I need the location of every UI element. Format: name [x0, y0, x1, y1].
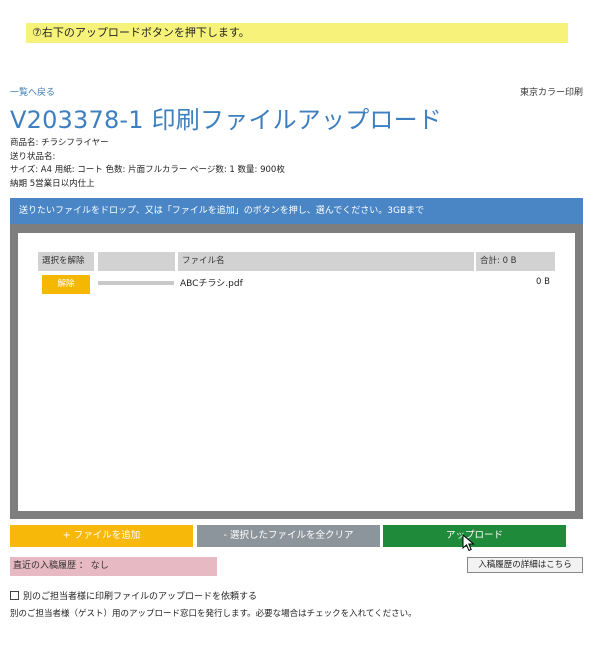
clear-selected-files-button[interactable]: - 選択したファイルを全クリア [197, 525, 380, 547]
file-list-panel[interactable] [18, 233, 575, 511]
instruction-banner: ⑦右下のアップロードボタンを押下します。 [26, 23, 568, 43]
guest-request-note: 別のご担当者様（ゲスト）用のアップロード窓口を発行します。必要な場合はチェックを… [10, 609, 417, 619]
invoice-item-name: 送り状品名: [10, 151, 56, 162]
file-size: 0 B [536, 277, 550, 287]
product-name: 商品名: チラシフライヤー [10, 138, 109, 148]
column-header-select: 選択を解除 [38, 252, 94, 271]
unselect-file-button[interactable]: 解除 [42, 275, 90, 294]
column-header-total: 合計: 0 B [476, 252, 555, 271]
guest-request-checkbox[interactable] [10, 591, 19, 600]
file-upload-progress-bar [98, 281, 174, 285]
column-header-progress [98, 252, 175, 271]
product-spec: サイズ: A4 用紙: コート 色数: 片面フルカラー ページ数: 1 数量: … [10, 165, 285, 175]
order-info: 商品名: チラシフライヤー 送り状品名: サイズ: A4 用紙: コート 色数:… [10, 137, 285, 191]
recent-upload-history: 直近の入稿履歴 ： なし [10, 557, 217, 576]
back-to-list-link[interactable]: 一覧へ戻る [10, 85, 55, 98]
file-name: ABCチラシ.pdf [180, 279, 243, 289]
add-file-button[interactable]: + ファイルを追加 [10, 525, 193, 547]
delivery-time: 納期 5営業日以内仕上 [10, 178, 95, 189]
guest-request-label: 別のご担当者様に印刷ファイルのアップロードを依頼する [23, 592, 258, 602]
page-title: V203378-1 印刷ファイルアップロード [10, 106, 442, 134]
column-header-filename: ファイル名 [178, 252, 474, 271]
company-name: 東京カラー印刷 [519, 88, 583, 98]
mouse-pointer-icon [462, 534, 475, 552]
guest-request-option[interactable]: 別のご担当者様に印刷ファイルのアップロードを依頼する [10, 589, 257, 602]
upload-history-detail-button[interactable]: 入稿履歴の詳細はこちら [467, 557, 583, 573]
drop-zone-header: 送りたいファイルをドロップ、又は「ファイルを追加」のボタンを押し、選んでください… [10, 198, 583, 224]
